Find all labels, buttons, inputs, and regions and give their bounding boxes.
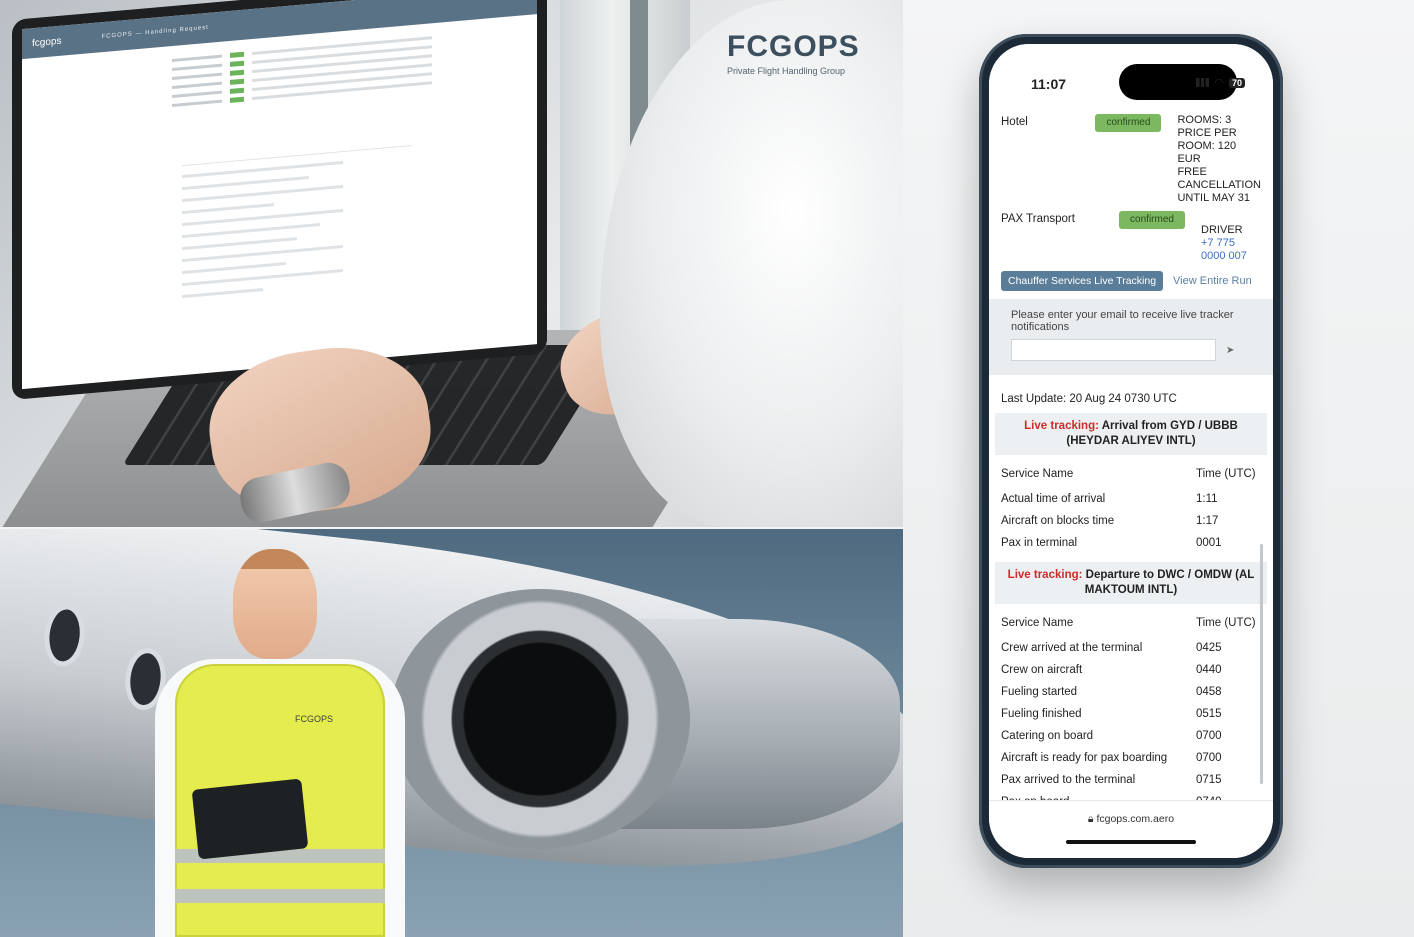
status-time: 11:07	[1031, 76, 1067, 92]
column-header: Service Name	[1001, 468, 1074, 480]
service-time: 1:11	[1196, 493, 1218, 505]
service-name: Crew on aircraft	[1001, 664, 1083, 676]
home-indicator[interactable]	[1066, 840, 1196, 844]
email-input[interactable]	[1011, 339, 1216, 361]
service-name: Actual time of arrival	[1001, 493, 1106, 505]
service-name: Pax in terminal	[1001, 537, 1078, 549]
porthole	[0, 558, 2, 625]
service-time: 0515	[1196, 708, 1222, 720]
table-row: Pax arrived to the terminal 0715	[1001, 769, 1261, 791]
brand-name: FCGOPS	[727, 30, 860, 63]
live-label: Live tracking:	[1007, 569, 1083, 581]
service-detail: DRIVER +7 775 0000 007	[1201, 211, 1261, 263]
laptop-photo: fcgops FCGOPS — Handling Request FCGOPS …	[0, 0, 903, 527]
service-time: 0001	[1196, 537, 1222, 549]
browser-footer: 🔒︎ fcgops.com.aero	[989, 800, 1273, 858]
service-time: 0700	[1196, 752, 1222, 764]
status-badge: confirmed	[1119, 211, 1185, 229]
phone-frame: 11:07 ◠ 70 Hotel confirmed ROOMS: 3 PRIC…	[979, 34, 1283, 868]
service-label: PAX Transport	[1001, 213, 1075, 225]
service-time: 0715	[1196, 774, 1222, 786]
laptop-app-logo: fcgops	[32, 35, 62, 49]
view-run-link[interactable]: View Entire Run	[1173, 275, 1252, 287]
departure-tracking-header: Live tracking: Departure to DWC / OMDW (…	[995, 562, 1267, 604]
laptop-page-title: FCGOPS — Handling Request	[101, 24, 209, 41]
service-time: 0700	[1196, 730, 1222, 742]
worker-head	[233, 549, 317, 659]
table-row: Pax in terminal 0001	[1001, 532, 1261, 554]
service-name: Pax arrived to the terminal	[1001, 774, 1136, 786]
service-row-hotel: Hotel confirmed ROOMS: 3 PRICE PER ROOM:…	[1001, 114, 1261, 205]
table-row: Catering on board 0700	[1001, 725, 1261, 747]
service-name: Fueling finished	[1001, 708, 1082, 720]
table-row: Fueling started 0458	[1001, 681, 1261, 703]
send-icon[interactable]: ➤	[1226, 345, 1234, 356]
live-label: Live tracking:	[1024, 420, 1099, 432]
service-time: 1:17	[1196, 515, 1219, 527]
driver-phone-link[interactable]: +7 775 0000 007	[1201, 237, 1247, 262]
service-name: Catering on board	[1001, 730, 1094, 742]
column-header: Time (UTC)	[1196, 468, 1256, 480]
composite-image: fcgops FCGOPS — Handling Request FCGOPS …	[0, 0, 1414, 937]
address-bar[interactable]: 🔒︎ fcgops.com.aero	[989, 813, 1273, 826]
url-text: fcgops.com.aero	[1096, 813, 1175, 825]
last-update: Last Update: 20 Aug 24 0730 UTC	[1001, 393, 1177, 405]
departure-table: Service Name Time (UTC) Crew arrived at …	[1001, 614, 1261, 808]
signal-icon	[1196, 78, 1210, 87]
service-time: 0425	[1196, 642, 1222, 654]
arrival-tracking-header: Live tracking: Arrival from GYD / UBBB (…	[995, 413, 1267, 455]
service-row-pax-transport: PAX Transport confirmed DRIVER +7 775 00…	[1001, 211, 1261, 263]
service-time: 0458	[1196, 686, 1222, 698]
departure-route: Departure to DWC / OMDW (AL MAKTOUM INTL…	[1084, 569, 1255, 596]
service-name: Aircraft is ready for pax boarding	[1001, 752, 1168, 764]
tracker-page[interactable]: Hotel confirmed ROOMS: 3 PRICE PER ROOM:…	[989, 108, 1273, 808]
service-time: 0440	[1196, 664, 1222, 676]
aircraft-photo: FCGOPS	[0, 529, 903, 937]
column-header: Service Name	[1001, 617, 1074, 629]
email-subscribe-box: Please enter your email to receive live …	[989, 299, 1273, 375]
arrival-table: Service Name Time (UTC) Actual time of a…	[1001, 465, 1261, 554]
service-detail: ROOMS: 3 PRICE PER ROOM: 120 EUR Free CA…	[1177, 114, 1261, 204]
laptop-status-rows	[172, 33, 432, 110]
jet-engine	[390, 589, 690, 849]
brand-tagline: Private Flight Handling Group	[727, 66, 846, 76]
column-header: Time (UTC)	[1196, 617, 1256, 629]
action-row: Chauffer Services Live Tracking View Ent…	[1001, 271, 1261, 291]
ground-handler: FCGOPS	[145, 549, 415, 937]
table-row: Aircraft is ready for pax boarding 0700	[1001, 747, 1261, 769]
live-tracking-button[interactable]: Chauffer Services Live Tracking	[1001, 271, 1164, 291]
porthole	[41, 602, 88, 669]
table-row: Actual time of arrival 1:11	[1001, 488, 1261, 510]
status-badge: confirmed	[1095, 114, 1162, 132]
table-row: Aircraft on blocks time 1:17	[1001, 510, 1261, 532]
email-prompt: Please enter your email to receive live …	[1011, 309, 1234, 333]
battery-icon: 70	[1228, 77, 1245, 88]
laptop-screen: fcgops FCGOPS — Handling Request	[12, 0, 547, 400]
service-name: Crew arrived at the terminal	[1001, 642, 1143, 654]
service-label: Hotel	[1001, 116, 1028, 128]
table-row: Crew on aircraft 0440	[1001, 659, 1261, 681]
table-row: Fueling finished 0515	[1001, 703, 1261, 725]
driver-label: DRIVER	[1201, 224, 1243, 236]
status-bar: 11:07 ◠ 70	[989, 44, 1273, 114]
vest-badge: FCGOPS	[295, 714, 334, 724]
tablet-device	[191, 778, 309, 860]
laptop-details-block	[182, 145, 412, 366]
phone-screen: 11:07 ◠ 70 Hotel confirmed ROOMS: 3 PRIC…	[989, 44, 1273, 858]
brand-logo: FCGOPS Private Flight Handling Group	[727, 30, 860, 76]
phone-backdrop: 11:07 ◠ 70 Hotel confirmed ROOMS: 3 PRIC…	[903, 0, 1414, 937]
service-name: Fueling started	[1001, 686, 1078, 698]
table-row: Crew arrived at the terminal 0425	[1001, 637, 1261, 659]
wifi-icon: ◠	[1214, 77, 1224, 89]
scrollbar[interactable]	[1260, 544, 1263, 784]
service-name: Aircraft on blocks time	[1001, 515, 1115, 527]
reflective-stripe	[175, 889, 385, 903]
